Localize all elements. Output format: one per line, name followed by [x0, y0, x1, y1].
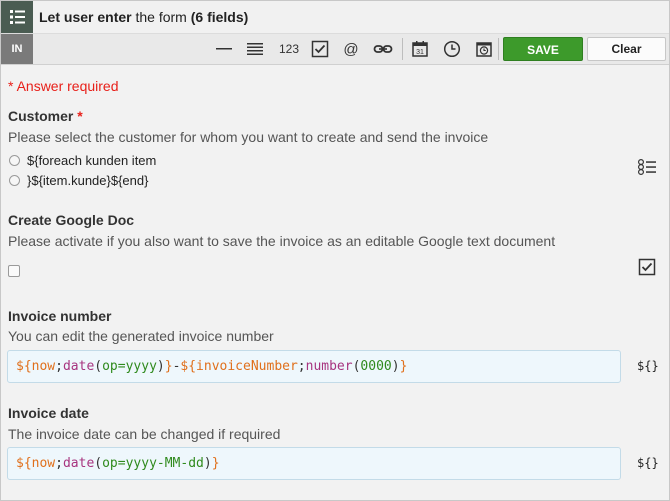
title-part-3: the form [135, 9, 187, 25]
expr-token: } [164, 359, 173, 374]
customer-label-text: Customer [8, 108, 74, 124]
list-menu-icon[interactable] [1, 1, 33, 33]
link-field-icon[interactable] [371, 37, 395, 61]
google-doc-label: Create Google Doc [8, 212, 135, 228]
expr-token: ; [297, 359, 306, 374]
customer-option-label: ${foreach kunden item [27, 152, 157, 168]
expression-icon[interactable]: ${} [637, 359, 659, 373]
expr-token: ${ [16, 359, 32, 374]
invoice-date-description: The invoice date can be changed if requi… [8, 426, 281, 442]
radio-button[interactable] [9, 174, 20, 186]
radio-list-icon[interactable] [636, 156, 658, 178]
expr-token: } [399, 359, 408, 374]
expr-token: ) [391, 359, 400, 374]
expr-token: ; [55, 456, 63, 471]
invoice-date-label: Invoice date [8, 405, 89, 421]
save-button[interactable]: SAVE [503, 37, 583, 61]
field-toolbar: IN 123 @ 31 SAVE Clear [1, 34, 669, 65]
invoice-number-field[interactable]: ${now;date(op=yyyy)}-${invoiceNumber;num… [7, 350, 621, 383]
expr-token: } [211, 456, 220, 471]
datetime-icon[interactable] [472, 37, 496, 61]
invoice-number-description: You can edit the generated invoice numbe… [8, 328, 274, 344]
clock-icon[interactable] [440, 37, 464, 61]
svg-text:31: 31 [416, 49, 424, 56]
single-line-icon[interactable] [212, 37, 236, 61]
expr-token: now [31, 359, 56, 374]
title-part-1: Let user [39, 9, 94, 25]
checkbox-checked-icon[interactable] [636, 256, 658, 278]
expr-token: ) [156, 359, 165, 374]
multi-line-icon[interactable] [243, 37, 267, 61]
customer-label: Customer * [8, 108, 83, 124]
customer-option[interactable]: }${item.kunde}${end} [9, 171, 148, 189]
expr-token: 0000 [360, 359, 392, 374]
expr-token: ; [55, 359, 63, 374]
expr-token: invoiceNumber [196, 359, 298, 374]
required-note: * Answer required [8, 78, 119, 94]
expr-token: ( [94, 359, 103, 374]
customer-description: Please select the customer for whom you … [8, 129, 489, 145]
google-doc-description: Please activate if you also want to save… [8, 233, 556, 249]
checkbox-field-icon[interactable] [308, 37, 332, 61]
required-star: * [77, 108, 83, 124]
email-field-icon[interactable]: @ [339, 37, 363, 61]
expr-token: ) [203, 456, 212, 471]
number-field-icon[interactable]: 123 [276, 37, 302, 61]
google-doc-checkbox[interactable] [8, 265, 20, 277]
clear-button[interactable]: Clear [587, 37, 666, 61]
toolbar-divider [498, 38, 499, 60]
field-count: (6 fields) [190, 9, 249, 25]
expr-token: ${ [16, 456, 32, 471]
expr-token: ( [94, 456, 103, 471]
expr-token: number [305, 359, 353, 374]
form-window: Let user enter the form (6 fields) IN 12… [0, 0, 670, 501]
invoice-number-label: Invoice number [8, 308, 112, 324]
customer-option[interactable]: ${foreach kunden item [9, 151, 156, 169]
expr-token: date [62, 456, 95, 471]
title-part-2: enter [97, 9, 132, 25]
toolbar-divider [402, 38, 403, 60]
expr-token: ${ [180, 359, 197, 374]
expression-icon[interactable]: ${} [637, 456, 659, 470]
radio-button[interactable] [9, 154, 20, 166]
customer-option-label: }${item.kunde}${end} [27, 172, 149, 188]
in-tab[interactable]: IN [1, 34, 33, 64]
expr-token: now [31, 456, 56, 471]
calendar-icon[interactable]: 31 [408, 37, 432, 61]
form-header: Let user enter the form (6 fields) [1, 1, 669, 34]
expr-token: op=yyyy [102, 359, 157, 374]
expr-token: op=yyyy-MM-dd [102, 456, 204, 471]
expr-token: date [62, 359, 95, 374]
invoice-date-field[interactable]: ${now;date(op=yyyy-MM-dd)} [7, 447, 621, 480]
form-title: Let user enter the form (6 fields) [39, 1, 248, 33]
